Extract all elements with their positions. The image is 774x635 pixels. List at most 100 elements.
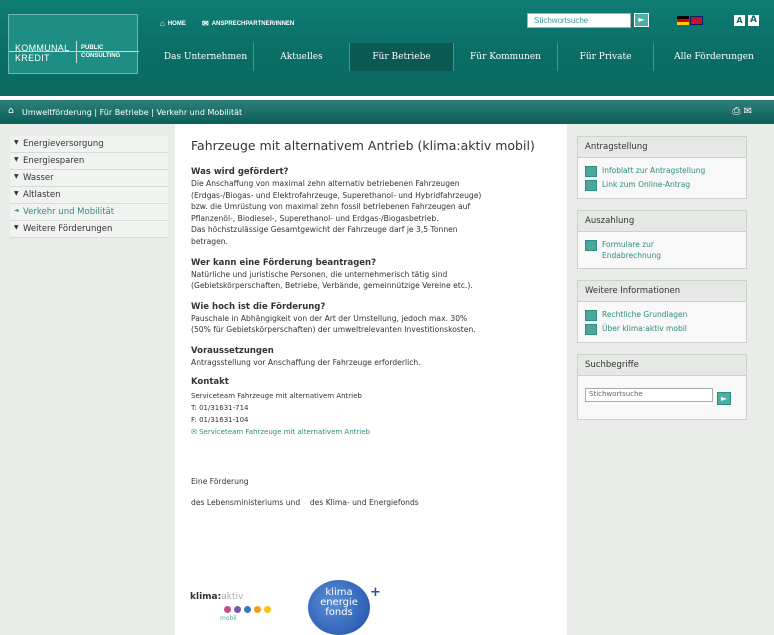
link-label: Infoblatt zur Antragstellung (602, 166, 706, 175)
klima-energiefonds-logo[interactable]: klima energie fonds (308, 580, 370, 635)
arrow-right-icon: ► (638, 15, 645, 24)
left-nav-item-energiesparen[interactable]: ▼ Energiesparen (10, 153, 168, 170)
mail-icon[interactable]: ✉ (744, 106, 752, 117)
left-nav-label: Energiesparen (23, 156, 85, 166)
section-heading: Wer kann eine Förderung beantragen? (191, 257, 377, 268)
contact-phone: T: 01/31631-714 (191, 403, 249, 412)
right-sidebar: Antragstellung Infoblatt zur Antragstell… (577, 136, 747, 431)
logo-text: CONSULTING (81, 53, 121, 59)
logo-dot (254, 606, 261, 613)
left-nav-label: Wasser (23, 173, 54, 183)
online-antrag-link[interactable]: Link zum Online-Antrag (578, 178, 746, 192)
contact-heading: Kontakt (191, 376, 229, 387)
sidebar-box-title: Antragstellung (578, 137, 746, 158)
bullet-icon: ▼ (14, 173, 19, 180)
section-heading: Wie hoch ist die Förderung? (191, 301, 326, 312)
sidebar-box-title: Suchbegriffe (578, 355, 746, 376)
formulare-link[interactable]: Formulare zur Endabrechnung (578, 238, 746, 262)
print-and-mail-icons: ⎙ ✉ (732, 106, 752, 117)
section-text: (Gebietskörperschaften, Betriebe, Verbän… (191, 281, 473, 291)
english-flag-icon[interactable] (690, 16, 703, 25)
nav-item-fuer-betriebe[interactable]: Für Betriebe (350, 43, 454, 71)
home-icon[interactable]: ⌂ (8, 106, 14, 116)
logo-text: KOMMUNAL (15, 43, 70, 53)
klimaaktiv-light: aktiv (221, 592, 244, 602)
sidebar-search: Stichwortsuche ► (585, 384, 739, 405)
contact-persons-label: ANSPRECHPARTNER/INNEN (211, 20, 295, 27)
mail-icon: ✉ (202, 19, 209, 28)
logo-dot (264, 606, 271, 613)
font-size-large-button[interactable]: A (748, 15, 759, 26)
nav-item-fuer-private[interactable]: Für Private (558, 43, 654, 71)
home-label: HOME (167, 20, 186, 27)
nav-item-fuer-kommunen[interactable]: Für Kommunen (454, 43, 558, 71)
section-text: Antragsstellung vor Anschaffung der Fahr… (191, 357, 421, 367)
bullet-icon: ◄ (14, 207, 19, 214)
sidebar-search-input[interactable]: Stichwortsuche (585, 387, 713, 402)
nav-item-aktuelles[interactable]: Aktuelles (254, 43, 350, 71)
left-nav-item-wasser[interactable]: ▼ Wasser (10, 170, 168, 187)
home-icon: ⌂ (160, 19, 165, 28)
left-nav-item-verkehr-mobilitaet[interactable]: ◄ Verkehr und Mobilität (10, 204, 168, 221)
kommunalkredit-logo[interactable]: KOMMUNAL KREDIT PUBLIC CONSULTING (8, 14, 139, 74)
logo-dot (224, 606, 231, 613)
infoblatt-link[interactable]: Infoblatt zur Antragstellung (578, 164, 746, 178)
section-text: Die Anschaffung von maximal zehn alterna… (191, 179, 460, 188)
print-icon[interactable]: ⎙ (732, 106, 740, 117)
main-navigation: Das Unternehmen Aktuelles Für Betriebe F… (158, 43, 774, 71)
left-nav-label: Altlasten (23, 190, 61, 200)
section-text: (Erdgas-/Biogas- und Elektrofahrzeuge, S… (191, 190, 482, 200)
contact-email-label: Serviceteam Fahrzeuge mit alternativem A… (199, 427, 370, 436)
header-search-placeholder: Stichwortsuche (534, 16, 589, 25)
logo-text: KREDIT (15, 53, 50, 63)
home-link[interactable]: ⌂ HOME (160, 19, 186, 28)
contact-team: Serviceteam Fahrzeuge mit alternativem A… (191, 391, 362, 400)
section-text: bzw. die Umrüstung von maximal zehn foss… (191, 202, 471, 212)
funding-intro: Eine Förderung (191, 476, 249, 486)
funding-sponsors: des Lebensministeriums und des Klima- un… (191, 498, 419, 508)
left-navigation: ▼ Energieversorgung ▼ Energiesparen ▼ Wa… (10, 136, 168, 238)
klimaaktiv-bold: klima: (190, 592, 222, 602)
nav-item-alle-foerderungen[interactable]: Alle Förderungen (654, 43, 774, 71)
mail-icon: ✉ (191, 427, 197, 436)
section-heading: Was wird gefördert? (191, 167, 289, 177)
site-header: KOMMUNAL KREDIT PUBLIC CONSULTING ⌂ HOME… (0, 0, 774, 96)
german-flag-icon[interactable] (677, 16, 689, 25)
bullet-icon: ▼ (14, 139, 19, 146)
left-nav-item-energieversorgung[interactable]: ▼ Energieversorgung (10, 136, 168, 153)
sidebar-box-auszahlung: Auszahlung Formulare zur Endabrechnung (577, 210, 747, 269)
sidebar-box-weitere-informationen: Weitere Informationen Rechtliche Grundla… (577, 280, 747, 343)
breadcrumb[interactable]: Umweltförderung | Für Betriebe | Verkehr… (22, 108, 242, 117)
left-nav-item-weitere-foerderungen[interactable]: ▼ Weitere Förderungen (10, 221, 168, 238)
contact-email-link[interactable]: ✉ Serviceteam Fahrzeuge mit alternativem… (191, 426, 551, 438)
nav-item-unternehmen[interactable]: Das Unternehmen (158, 43, 254, 71)
font-size-small-button[interactable]: A (734, 15, 745, 26)
breadcrumb-bar: ⌂ Umweltförderung | Für Betriebe | Verke… (0, 100, 774, 124)
link-label: Rechtliche Grundlagen (602, 310, 688, 319)
section-text: Pauschale in Abhängigkeit von der Art de… (191, 313, 468, 323)
link-label: Über klima:aktiv mobil (602, 324, 687, 333)
kef-text: fonds (325, 607, 353, 618)
document-icon (585, 310, 597, 321)
klimaaktiv-mobil-logo[interactable]: klima:aktiv mobil (190, 592, 290, 632)
klimaaktiv-mobil-link[interactable]: Über klima:aktiv mobil (578, 322, 746, 336)
link-label: Formulare zur Endabrechnung (602, 240, 662, 260)
contact-persons-link[interactable]: ✉ ANSPRECHPARTNER/INNEN (202, 19, 294, 28)
section-text: betragen. (191, 236, 228, 246)
logo-dot (234, 606, 241, 613)
bullet-icon: ▼ (14, 190, 19, 197)
sidebar-box-antragstellung: Antragstellung Infoblatt zur Antragstell… (577, 136, 747, 199)
header-search-button[interactable]: ► (634, 13, 649, 27)
sidebar-search-placeholder: Stichwortsuche (589, 389, 643, 398)
external-link-icon (585, 180, 597, 191)
kef-plus-sign: + (370, 585, 381, 600)
left-nav-item-altlasten[interactable]: ▼ Altlasten (10, 187, 168, 204)
left-nav-label: Weitere Förderungen (23, 224, 113, 234)
rechtliche-grundlagen-link[interactable]: Rechtliche Grundlagen (578, 308, 746, 322)
logo-dot (244, 606, 251, 613)
klimaaktiv-logo-text: klima:aktiv (190, 592, 290, 602)
sidebar-search-button[interactable]: ► (717, 392, 731, 405)
external-link-icon (585, 324, 597, 335)
sidebar-box-title: Weitere Informationen (578, 281, 746, 302)
header-search-input[interactable]: Stichwortsuche (527, 13, 631, 28)
